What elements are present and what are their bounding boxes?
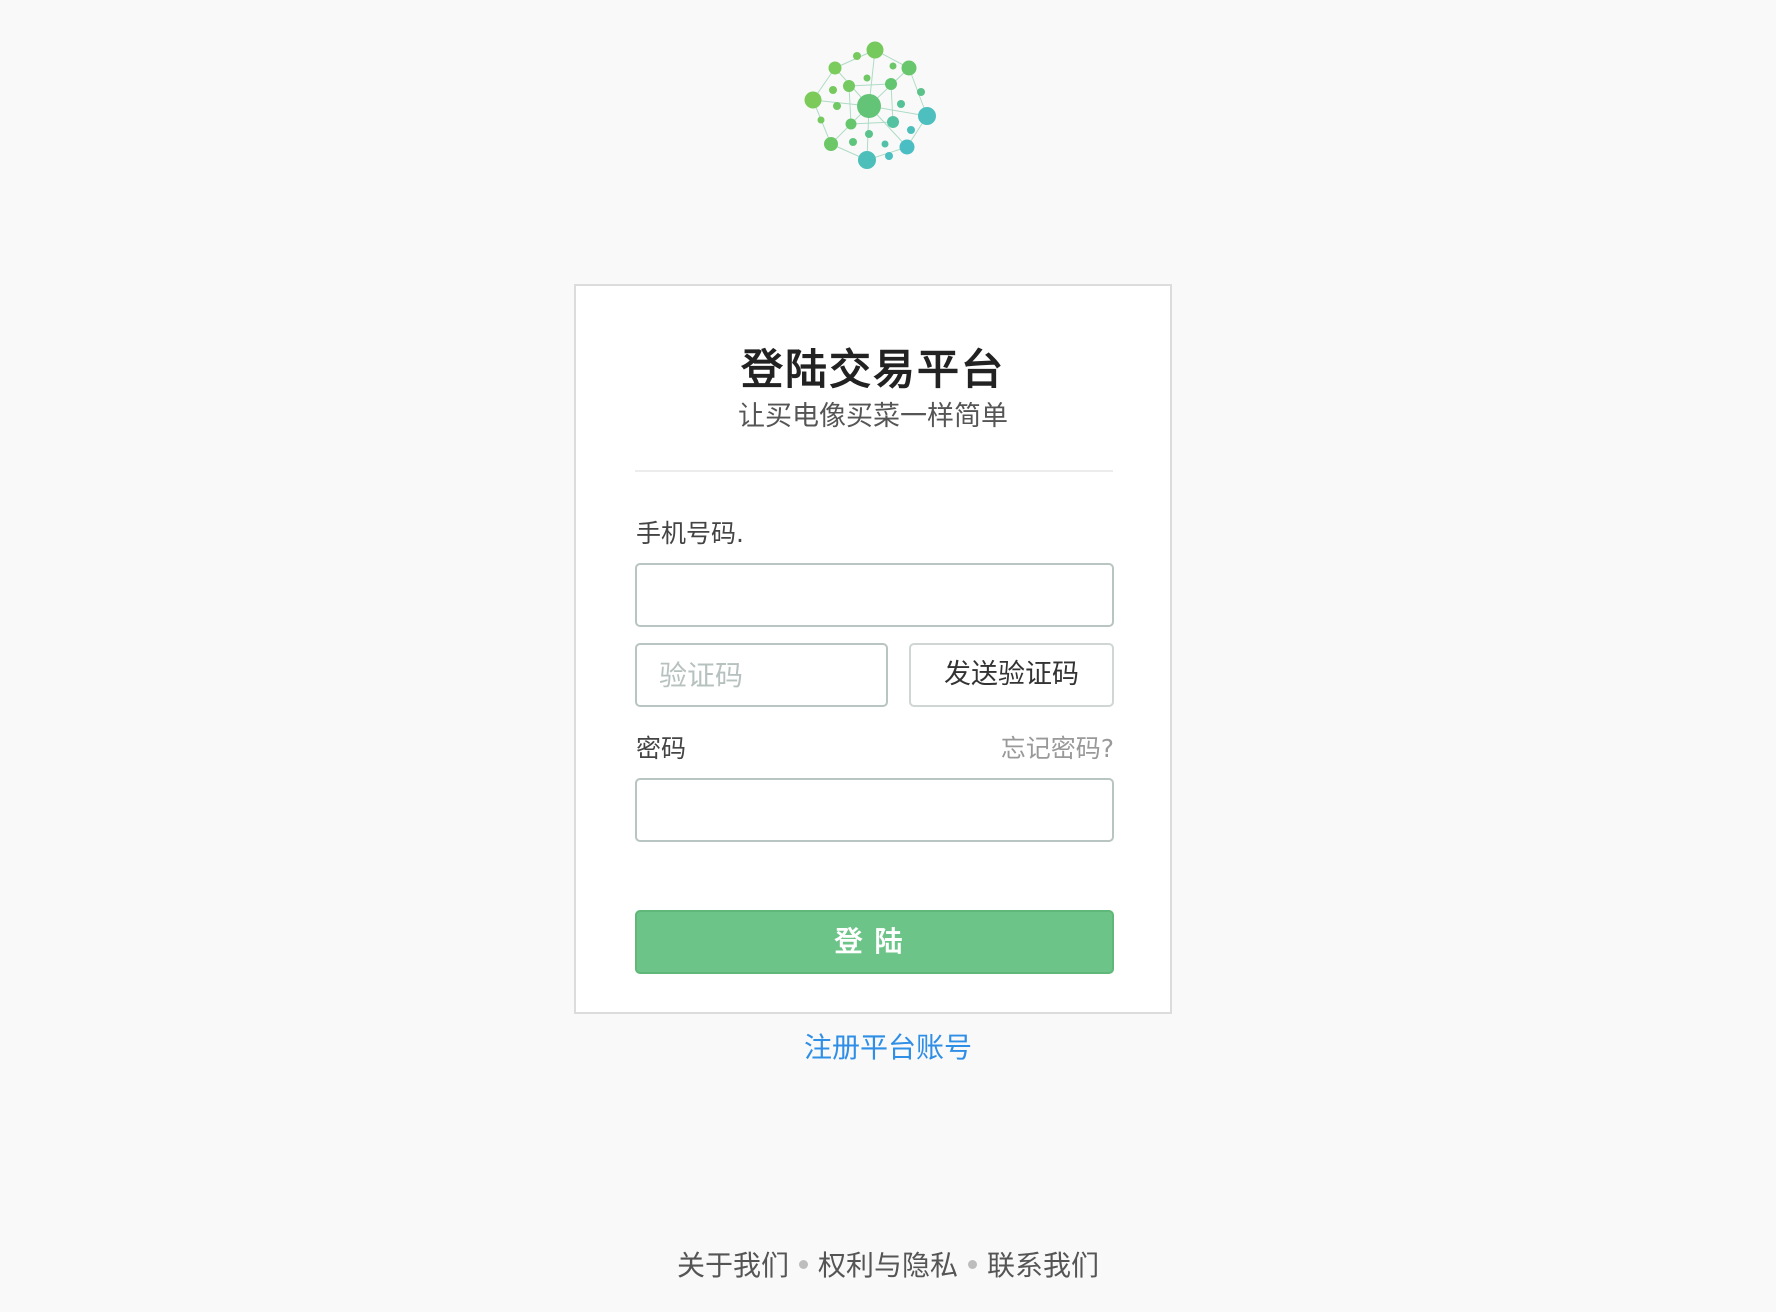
divider (635, 470, 1113, 472)
footer-link-privacy[interactable]: 权利与隐私 (818, 1249, 958, 1282)
login-button[interactable]: 登陆 (635, 910, 1114, 974)
page-subtitle: 让买电像买菜一样简单 (738, 401, 1008, 432)
separator-dot (968, 1259, 977, 1269)
password-label: 密码 (636, 734, 687, 763)
forgot-password-link[interactable]: 忘记密码? (996, 729, 1114, 765)
phone-label: 手机号码. (636, 519, 744, 548)
network-dots-logo-icon (804, 41, 936, 169)
verification-code-input[interactable] (635, 643, 888, 707)
footer: 关于我们 权利与隐私 联系我们 (0, 1244, 1776, 1284)
footer-link-about[interactable]: 关于我们 (677, 1249, 789, 1282)
password-input[interactable] (635, 778, 1114, 842)
separator-dot (798, 1259, 808, 1269)
send-code-button[interactable]: 发送验证码 (909, 643, 1114, 707)
register-link[interactable]: 注册平台账号 (0, 1026, 1776, 1066)
login-card: 登陆交易平台 让买电像买菜一样简单 手机号码. 发送验证码 密码 忘记密码? 登… (574, 284, 1172, 1014)
footer-link-contact[interactable]: 联系我们 (987, 1249, 1099, 1282)
phone-input[interactable] (635, 563, 1114, 627)
page-title: 登陆交易平台 (740, 345, 1005, 394)
